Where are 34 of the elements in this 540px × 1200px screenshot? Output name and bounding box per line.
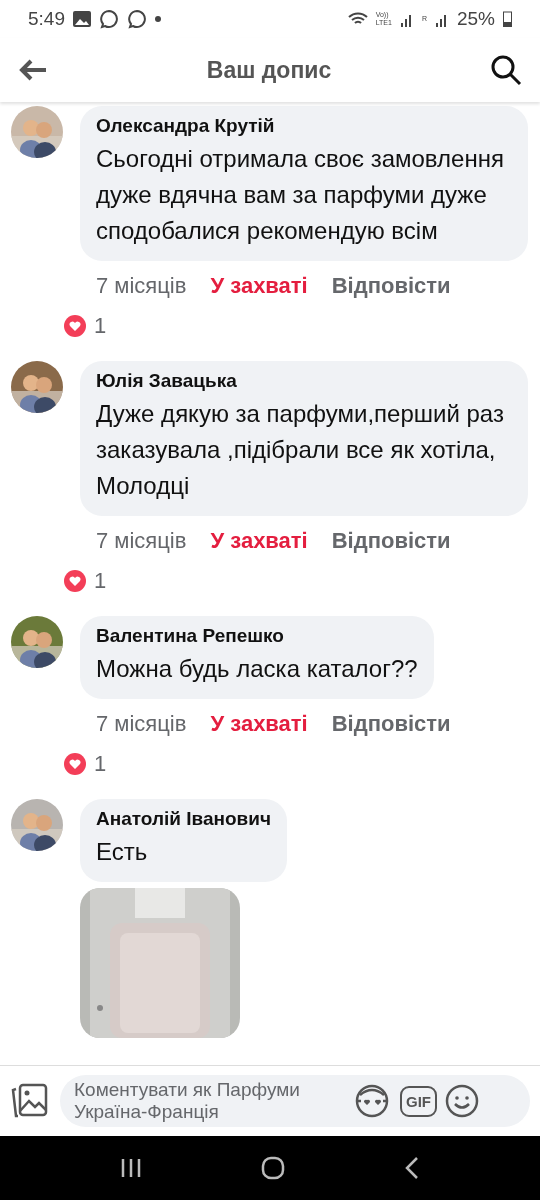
comment-text: Можна будь ласка каталог?? xyxy=(96,654,418,684)
clock: 5:49 xyxy=(28,8,65,30)
reply-button[interactable]: Відповісти xyxy=(331,273,451,299)
dot-icon xyxy=(155,16,161,22)
reply-button[interactable]: Відповісти xyxy=(331,528,451,554)
battery-percent: 25% xyxy=(456,8,495,30)
smiley-icon[interactable] xyxy=(445,1084,479,1118)
gif-button[interactable]: GIF xyxy=(400,1085,437,1117)
reaction-count[interactable]: 1 xyxy=(94,313,107,339)
page-title: Ваш допис xyxy=(205,56,333,84)
love-reaction-button[interactable]: У захваті xyxy=(210,711,308,737)
comment-author[interactable]: Юлія Завацька xyxy=(96,370,512,392)
reaction-count[interactable]: 1 xyxy=(94,751,107,777)
comment-author[interactable]: Анатолій Іванович xyxy=(96,808,271,830)
back-button[interactable] xyxy=(404,1156,421,1180)
comment-time: 7 місяців xyxy=(96,711,187,737)
love-reaction-button[interactable]: У захваті xyxy=(210,273,308,299)
comment-author[interactable]: Олександра Крутій xyxy=(96,115,512,137)
comment-text: Дуже дякую за парфуми,перший раз заказувала ,підібрали все як хотіла, Молодці xyxy=(96,399,505,501)
comment-field[interactable]: Коментувати як Парфуми Україна-Франція GIF xyxy=(60,1075,530,1127)
back-button[interactable] xyxy=(18,58,48,82)
comment-text: Сьогодні отримала своє замовлення дуже вдячна вам за парфуми дуже сподобалися рекомендую всім xyxy=(96,144,505,246)
comment-time: 7 місяців xyxy=(96,528,187,554)
recent-apps-button[interactable] xyxy=(119,1157,142,1179)
love-reaction-button[interactable]: У захваті xyxy=(210,528,308,554)
image-icon xyxy=(73,11,91,27)
comment-time: 7 місяців xyxy=(96,273,187,299)
reaction-count[interactable]: 1 xyxy=(94,568,107,594)
home-button[interactable] xyxy=(261,1156,285,1180)
battery-icon xyxy=(503,11,512,27)
reply-button[interactable]: Відповісти xyxy=(331,711,451,737)
comment-text: Есть xyxy=(96,837,149,867)
comment-author[interactable]: Валентина Репешко xyxy=(96,625,418,647)
search-button[interactable] xyxy=(490,54,522,86)
